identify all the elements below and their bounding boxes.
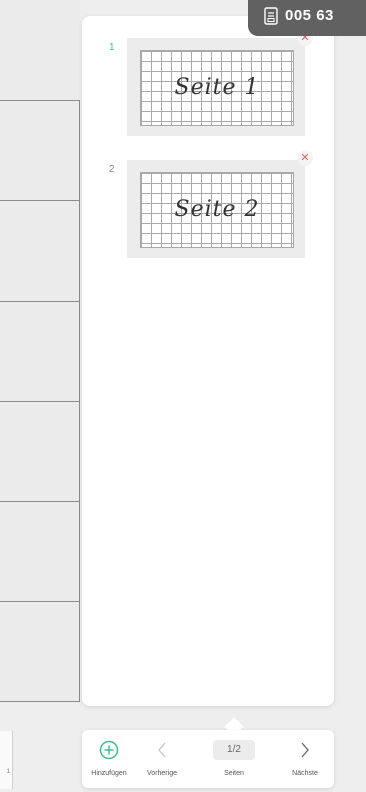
document-icon [264,7,278,25]
session-code: 005 63 [285,7,334,24]
grid-line [0,501,80,502]
pages-button[interactable]: 1/2 Seiten [192,730,276,788]
page-navigation-toolbar: Hinzufügen Vorherige 1/2 Seiten Nächste [82,730,334,788]
add-page-label: Hinzufügen [91,770,127,777]
grid-sheet: Seite 2 [140,172,294,248]
add-circle-icon [99,740,119,760]
previous-page-button[interactable]: Vorherige [134,730,190,788]
page-thumbnail-label: Seite 1 [174,75,260,100]
page-number: 1 [109,42,115,53]
close-icon: ✕ [300,152,310,164]
side-toolbar-stub[interactable]: 1 [0,731,13,789]
next-page-button[interactable]: Nächste [278,730,332,788]
page-indicator: 1/2 [213,740,255,760]
pages-label: Seiten [224,770,244,777]
grid-line [79,100,80,702]
page-thumbnail[interactable]: Seite 1 [127,38,305,136]
remove-page-button[interactable]: ✕ [297,150,313,166]
next-page-label: Nächste [292,770,318,777]
previous-page-label: Vorherige [147,770,177,777]
chevron-right-icon [301,742,309,758]
grid-line [0,701,80,702]
grid-line [0,200,80,201]
add-page-button[interactable]: Hinzufügen [82,730,136,788]
canvas-left-area [0,0,80,702]
chevron-left-icon [158,742,166,758]
grid-sheet: Seite 1 [140,50,294,126]
page-thumbnail-item[interactable]: 2 Seite 2 ✕ [82,138,334,258]
session-code-badge[interactable]: 005 63 [248,0,366,36]
page-number: 2 [109,164,115,175]
grid-line [0,601,80,602]
pages-panel: 1 Seite 1 ✕ 2 Seite 2 ✕ [82,16,334,706]
grid-line [0,100,80,101]
page-thumbnail-label: Seite 2 [174,197,260,222]
grid-line [0,401,80,402]
side-hint: 1 [6,769,10,775]
grid-line [0,301,80,302]
page-thumbnail[interactable]: Seite 2 [127,160,305,258]
